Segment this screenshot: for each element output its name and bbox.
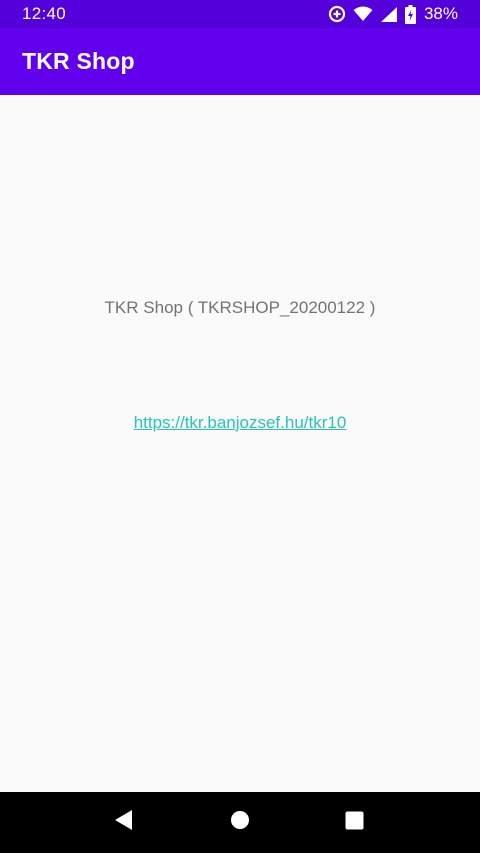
recents-button[interactable] — [324, 792, 384, 853]
home-button[interactable] — [210, 792, 270, 853]
status-icons: 38% — [328, 4, 458, 24]
status-time: 12:40 — [22, 4, 67, 23]
screen: 12:40 38% TKR Shop TKR Shop (TKRSHOP_20… — [0, 0, 480, 853]
app-version-text: TKR Shop ( TKRSHOP_20200122 ) — [104, 298, 376, 317]
wifi-icon — [353, 6, 373, 22]
cell-signal-icon — [380, 6, 398, 23]
data-saver-icon — [328, 5, 346, 23]
app-bar: TKR Shop — [0, 28, 480, 95]
main-content: TKR Shop ( TKRSHOP_20200122 ) https://tk… — [0, 95, 480, 792]
battery-percent: 38% — [423, 4, 458, 23]
back-button[interactable] — [94, 792, 154, 853]
website-link[interactable]: https://tkr.banjozsef.hu/tkr10 — [0, 413, 480, 433]
navigation-bar — [0, 792, 480, 853]
status-bar: 12:40 38% — [0, 0, 480, 28]
app-title: TKR Shop — [22, 48, 135, 74]
back-icon — [114, 809, 134, 836]
home-icon — [230, 810, 250, 835]
recents-icon — [345, 811, 364, 835]
battery-charging-icon — [404, 4, 416, 24]
